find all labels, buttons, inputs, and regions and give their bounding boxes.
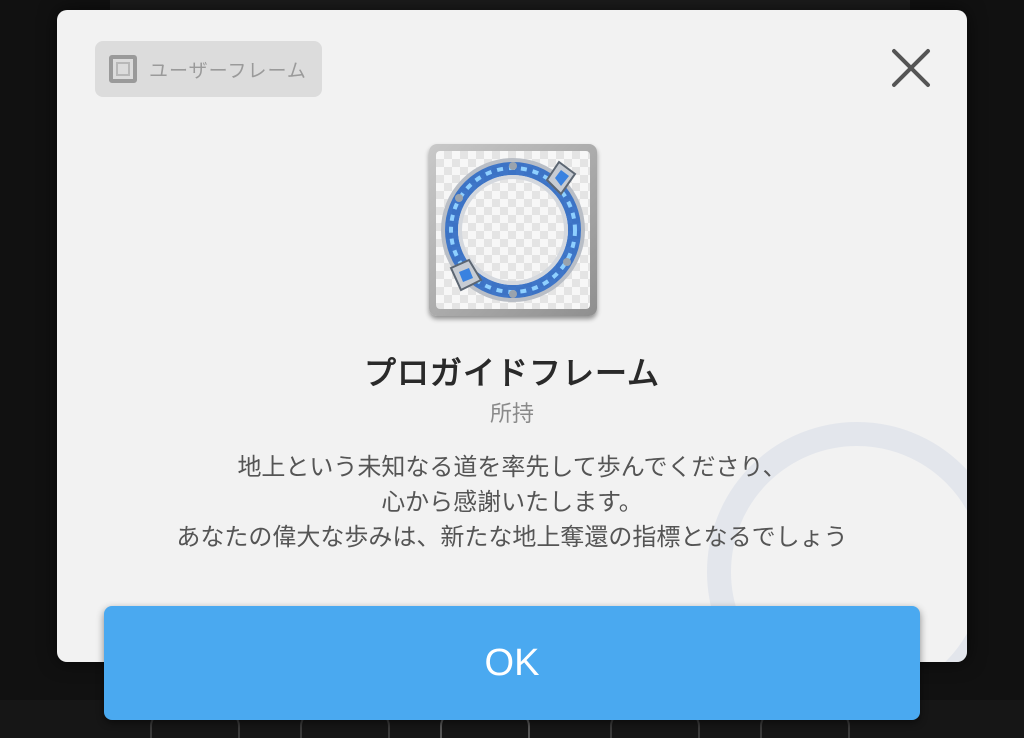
description-line: 地上という未知なる道を率先して歩んでくださり、: [237, 453, 787, 481]
item-detail-dialog: ユーザーフレーム プロガイドフレーム 所持 地上という未知なる道を率先して歩んで…: [57, 10, 967, 662]
item-name: プロガイドフレーム: [363, 354, 661, 392]
ok-button[interactable]: OK: [104, 606, 920, 720]
frame-ring-graphic: [441, 158, 585, 302]
item-description: 地上という未知なる道を率先して歩んでくださり、 心から感謝いたします。 あなたの…: [57, 450, 967, 555]
description-line: あなたの偉大な歩みは、新たな地上奪還の指標となるでしょう: [176, 523, 848, 551]
frame-icon: [109, 55, 137, 83]
close-icon[interactable]: [887, 44, 935, 92]
owned-status: 所持: [489, 402, 534, 427]
ok-button-label: OK: [484, 641, 540, 684]
frame-thumbnail: [429, 144, 597, 316]
description-line: 心から感謝いたします。: [381, 488, 643, 516]
category-label: ユーザーフレーム: [149, 59, 307, 82]
category-tag: ユーザーフレーム: [95, 41, 322, 97]
